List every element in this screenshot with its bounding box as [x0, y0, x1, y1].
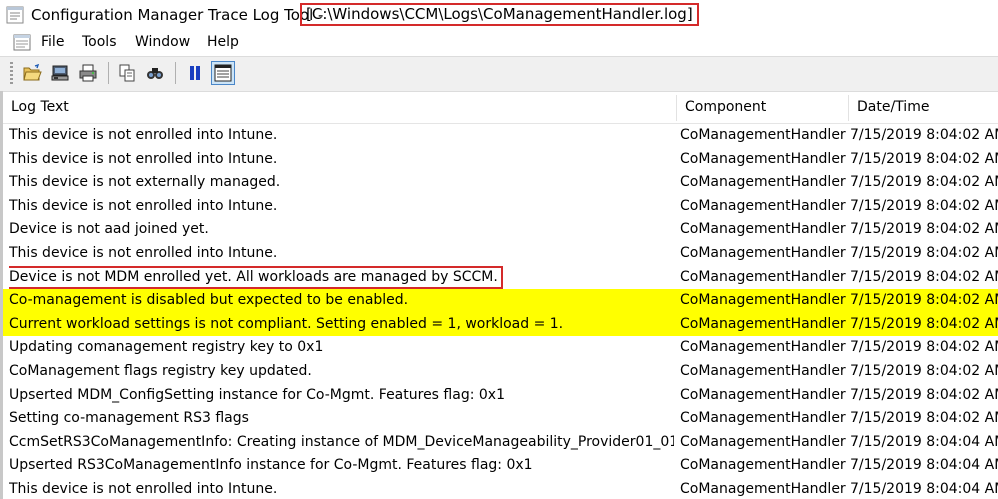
component: CoManagementHandler [680, 339, 846, 356]
component: CoManagementHandler [680, 386, 846, 403]
table-row[interactable]: Updating comanagement registry key to 0x… [3, 336, 998, 360]
datetime: 7/15/2019 8:04:02 AM [850, 127, 998, 143]
print-icon[interactable] [78, 63, 98, 83]
datetime: 7/15/2019 8:04:02 AM [850, 292, 998, 309]
table-row[interactable]: Upserted RS3CoManagementInfo instance fo… [3, 454, 998, 478]
column-header-log-text[interactable]: Log Text [3, 92, 676, 123]
datetime: 7/15/2019 8:04:02 AM [850, 362, 998, 379]
table-row[interactable]: CoManagement flags registry key updated.… [3, 360, 998, 384]
log-text: CcmSetRS3CoManagementInfo: Creating inst… [9, 433, 674, 450]
app-icon [6, 6, 24, 24]
component: CoManagementHandler [680, 150, 846, 167]
table-row[interactable]: Setting co-management RS3 flags CoManage… [3, 407, 998, 431]
table-row[interactable]: This device is not enrolled into Intune.… [3, 148, 998, 172]
table-row[interactable]: CcmSetRS3CoManagementInfo: Creating inst… [3, 431, 998, 455]
find-icon[interactable] [145, 63, 165, 83]
copy-icon[interactable] [117, 63, 137, 83]
column-header-datetime[interactable]: Date/Time [849, 92, 998, 123]
log-text: Current workload settings is not complia… [9, 315, 564, 332]
log-text: Device is not aad joined yet. [9, 221, 209, 238]
table-row[interactable]: This device is not enrolled into Intune.… [3, 124, 998, 148]
log-file-path: [C:\Windows\CCM\Logs\CoManagementHandler… [300, 3, 699, 26]
toolbar-separator [175, 62, 176, 84]
log-text: This device is not enrolled into Intune. [9, 127, 278, 143]
open-server-icon[interactable] [50, 63, 70, 83]
component: CoManagementHandler [680, 268, 846, 285]
table-row-highlighted[interactable]: Current workload settings is not complia… [3, 312, 998, 337]
log-text: This device is not enrolled into Intune. [9, 480, 278, 497]
component: CoManagementHandler [680, 433, 846, 450]
table-row[interactable]: This device is not enrolled into Intune.… [3, 242, 998, 266]
menu-file[interactable]: File [41, 34, 64, 51]
component: CoManagementHandler [680, 197, 846, 214]
component: CoManagementHandler [680, 174, 846, 191]
toolbar-grip[interactable] [10, 62, 13, 84]
log-text: CoManagement flags registry key updated. [9, 362, 312, 379]
datetime: 7/15/2019 8:04:02 AM [850, 339, 998, 356]
open-folder-icon[interactable] [22, 63, 42, 83]
log-text: This device is not enrolled into Intune. [9, 150, 278, 167]
document-menu-icon[interactable] [13, 34, 31, 51]
component: CoManagementHandler [680, 127, 846, 143]
datetime: 7/15/2019 8:04:02 AM [850, 197, 998, 214]
log-text: Updating comanagement registry key to 0x… [9, 339, 324, 356]
datetime: 7/15/2019 8:04:02 AM [850, 244, 998, 261]
datetime: 7/15/2019 8:04:02 AM [850, 315, 998, 332]
column-header-component[interactable]: Component [677, 92, 848, 123]
preview-pane-icon[interactable] [211, 61, 235, 85]
datetime: 7/15/2019 8:04:02 AM [850, 268, 998, 285]
datetime: 7/15/2019 8:04:04 AM [850, 433, 998, 450]
window-title: Configuration Manager Trace Log Tool - [31, 6, 324, 24]
log-text: This device is not externally managed. [9, 174, 281, 191]
log-text: Upserted MDM_ConfigSetting instance for … [9, 386, 505, 403]
table-row-highlighted[interactable]: Co-management is disabled but expected t… [3, 289, 998, 313]
component: CoManagementHandler [680, 362, 846, 379]
menu-window[interactable]: Window [135, 34, 190, 51]
toolbar-separator [108, 62, 109, 84]
datetime: 7/15/2019 8:04:02 AM [850, 174, 998, 191]
log-text: Upserted RS3CoManagementInfo instance fo… [9, 457, 533, 474]
log-text: This device is not enrolled into Intune. [9, 244, 278, 261]
table-row[interactable]: Device is not MDM enrolled yet. All work… [3, 265, 998, 290]
component: CoManagementHandler [680, 480, 846, 497]
datetime: 7/15/2019 8:04:04 AM [850, 457, 998, 474]
table-row[interactable]: Upserted MDM_ConfigSetting instance for … [3, 384, 998, 408]
log-text-cell: Device is not MDM enrolled yet. All work… [9, 265, 674, 290]
component: CoManagementHandler [680, 292, 846, 309]
log-text: Setting co-management RS3 flags [9, 410, 249, 427]
list-header: Log Text Component Date/Time [3, 92, 998, 124]
table-row[interactable]: This device is not enrolled into Intune.… [3, 195, 998, 219]
datetime: 7/15/2019 8:04:02 AM [850, 410, 998, 427]
annotated-log-text: Device is not MDM enrolled yet. All work… [9, 265, 503, 289]
pause-icon[interactable] [185, 63, 205, 83]
component: CoManagementHandler [680, 410, 846, 427]
datetime: 7/15/2019 8:04:02 AM [850, 386, 998, 403]
datetime: 7/15/2019 8:04:02 AM [850, 221, 998, 238]
datetime: 7/15/2019 8:04:02 AM [850, 150, 998, 167]
component: CoManagementHandler [680, 221, 846, 238]
component: CoManagementHandler [680, 457, 846, 474]
table-row[interactable]: This device is not enrolled into Intune.… [3, 478, 998, 499]
log-list[interactable]: Log Text Component Date/Time This device… [3, 92, 998, 499]
menu-help[interactable]: Help [207, 34, 239, 51]
table-row[interactable]: Device is not aad joined yet. CoManageme… [3, 218, 998, 242]
log-text: Co-management is disabled but expected t… [9, 292, 409, 309]
datetime: 7/15/2019 8:04:04 AM [850, 480, 998, 497]
table-row[interactable]: This device is not externally managed. C… [3, 171, 998, 195]
log-text: This device is not enrolled into Intune. [9, 197, 278, 214]
menu-tools[interactable]: Tools [82, 34, 117, 51]
component: CoManagementHandler [680, 244, 846, 261]
component: CoManagementHandler [680, 315, 846, 332]
